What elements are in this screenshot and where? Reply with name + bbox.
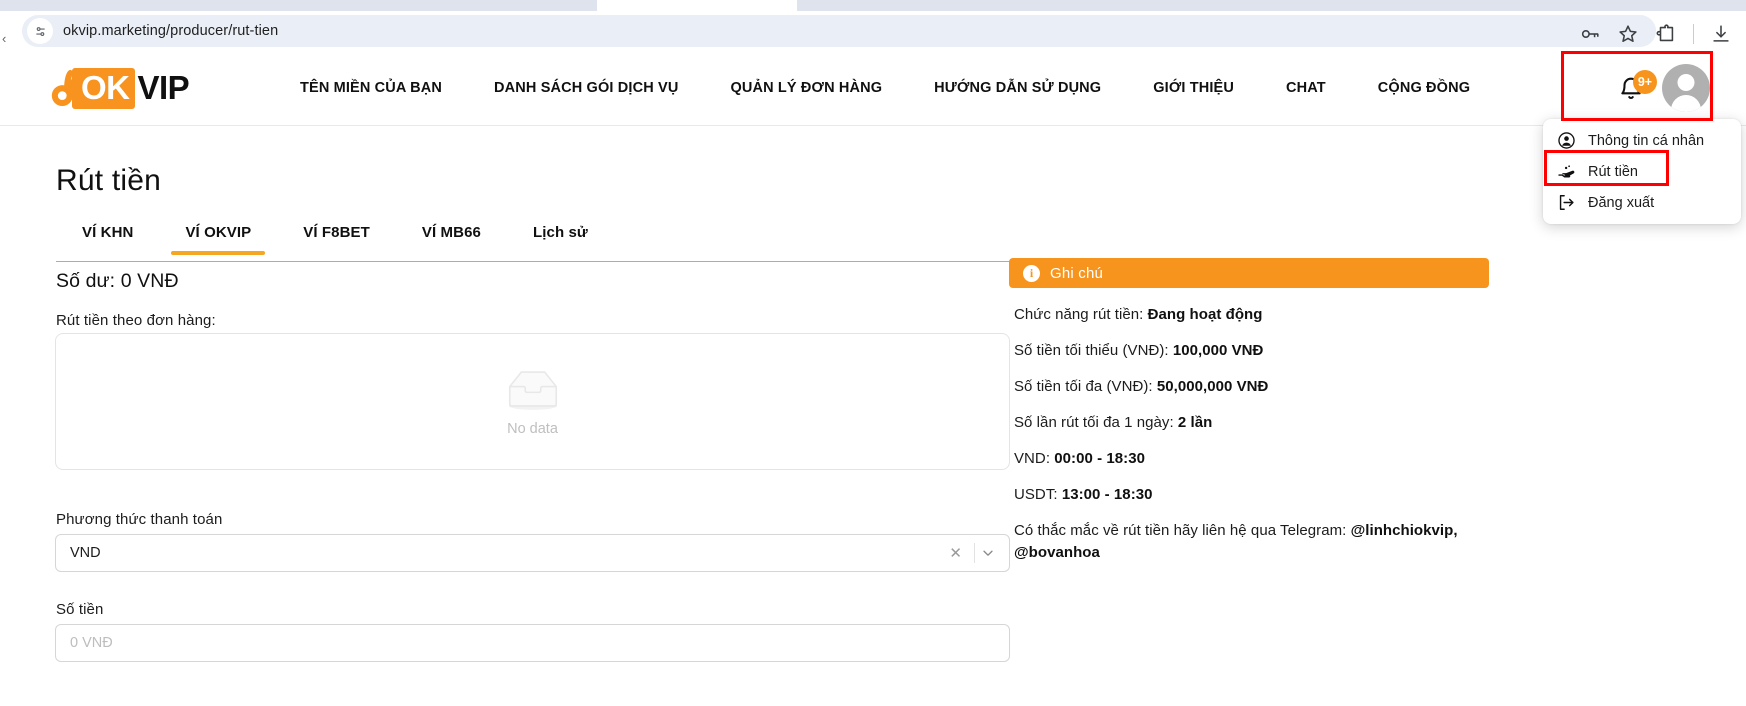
hand-coins-icon [1557,162,1576,181]
notification-badge: 9+ [1633,70,1657,94]
tab-vi-f8bet[interactable]: VÍ F8BET [277,224,396,253]
browser-chrome: ‹ okvip.marketing/producer/rut-tien [0,0,1746,50]
orders-empty-state: No data [55,333,1010,470]
payment-method-select[interactable]: VND ✕ [55,534,1010,572]
info-icon: i [1023,265,1040,282]
logout-icon [1557,193,1576,212]
user-menu-item-withdraw[interactable]: Rút tiền [1543,156,1741,187]
address-bar[interactable]: okvip.marketing/producer/rut-tien [22,15,1656,47]
payment-method-label: Phương thức thanh toán [56,511,222,528]
note-line-vnd-prefix: VND: [1014,450,1054,467]
browser-tabstrip [0,0,1746,11]
user-menu-item-profile[interactable]: Thông tin cá nhân [1543,125,1741,156]
select-divider [974,543,975,563]
page-content: Rút tiền VÍ KHN VÍ OKVIP VÍ F8BET VÍ MB6… [0,126,1746,706]
user-menu-item-withdraw-label: Rút tiền [1588,164,1638,180]
note-line-usdt-hours: USDT: 13:00 - 18:30 [1014,484,1514,506]
site-header: OK VIP TÊN MIỀN CỦA BẠN DANH SÁCH GÓI DỊ… [0,50,1746,126]
note-line-function: Chức năng rút tiền: Đang hoạt động [1014,304,1514,326]
note-line-max-amount: Số tiền tối đa (VNĐ): 50,000,000 VNĐ [1014,376,1514,398]
note-panel-title: Ghi chú [1050,265,1103,282]
note-line-usdt-prefix: USDT: [1014,486,1062,503]
note-line-daily-prefix: Số lần rút tối đa 1 ngày: [1014,414,1178,431]
tab-vi-mb66[interactable]: VÍ MB66 [396,224,507,253]
extensions-puzzle-icon[interactable] [1655,23,1677,45]
note-line-telegram: Có thắc mắc về rút tiền hãy liên hệ qua … [1014,520,1514,564]
tab-lich-su[interactable]: Lịch sử [507,224,614,253]
nav-item-chat[interactable]: CHAT [1286,80,1326,96]
header-actions: 9+ [1618,50,1710,126]
empty-state-text: No data [507,421,558,437]
notification-bell-button[interactable]: 9+ [1618,73,1648,103]
note-line-function-value: Đang hoạt động [1148,306,1263,323]
note-line-telegram-prefix: Có thắc mắc về rút tiền hãy liên hệ qua … [1014,522,1351,539]
note-line-vnd-hours: VND: 00:00 - 18:30 [1014,448,1514,470]
note-panel-body: Chức năng rút tiền: Đang hoạt động Số ti… [1014,304,1514,578]
nav-item-ten-mien[interactable]: TÊN MIỀN CỦA BẠN [300,80,442,96]
avatar-head-shape [1678,74,1695,91]
browser-toolbar: ‹ okvip.marketing/producer/rut-tien [0,11,1746,50]
user-menu-item-profile-label: Thông tin cá nhân [1588,133,1704,149]
nav-item-danh-sach-goi-dich-vu[interactable]: DANH SÁCH GÓI DỊCH VỤ [494,80,678,96]
wallet-tabs: VÍ KHN VÍ OKVIP VÍ F8BET VÍ MB66 Lịch sử [56,224,1126,262]
tune-icon[interactable] [27,18,53,44]
logo-vip-text: VIP [138,69,190,107]
note-line-vnd-value: 00:00 - 18:30 [1054,450,1145,467]
downloads-icon[interactable] [1710,23,1732,45]
note-line-function-prefix: Chức năng rút tiền: [1014,306,1148,323]
main-navigation: TÊN MIỀN CỦA BẠN DANH SÁCH GÓI DỊCH VỤ Q… [300,50,1470,126]
bookmark-star-icon[interactable] [1617,23,1639,45]
address-bar-url: okvip.marketing/producer/rut-tien [63,23,278,39]
amount-input-value: 0 VNĐ [70,635,113,651]
password-key-icon[interactable] [1579,23,1601,45]
clear-x-icon[interactable]: ✕ [943,544,968,562]
user-circle-icon [1557,131,1576,150]
payment-method-value: VND [70,545,943,561]
chevron-down-icon[interactable] [981,546,1009,560]
nav-item-gioi-thieu[interactable]: GIỚI THIỆU [1153,80,1234,96]
note-line-min-amount: Số tiền tối thiểu (VNĐ): 100,000 VNĐ [1014,340,1514,362]
wallet-balance: Số dư: 0 VNĐ [56,270,179,293]
tab-vi-okvip[interactable]: VÍ OKVIP [159,224,277,253]
avatar-body-shape [1671,95,1701,112]
toolbar-divider [1693,24,1694,44]
note-panel-header: i Ghi chú [1009,258,1489,288]
note-line-min-prefix: Số tiền tối thiểu (VNĐ): [1014,342,1173,359]
amount-label: Số tiền [56,601,103,618]
page-title: Rút tiền [56,164,161,198]
note-line-max-value: 50,000,000 VNĐ [1157,378,1269,395]
nav-item-cong-dong[interactable]: CỘNG ĐỒNG [1378,80,1470,96]
empty-inbox-icon [502,367,564,411]
orders-field-label: Rút tiền theo đơn hàng: [56,312,216,329]
note-line-usdt-value: 13:00 - 18:30 [1062,486,1153,503]
nav-item-huong-dan-su-dung[interactable]: HƯỚNG DẪN SỬ DỤNG [934,80,1101,96]
tab-vi-khn[interactable]: VÍ KHN [56,224,159,253]
user-avatar-icon[interactable] [1662,64,1710,112]
nav-item-quan-ly-don-hang[interactable]: QUẢN LÝ ĐƠN HÀNG [730,80,882,96]
note-line-daily-value: 2 lần [1178,414,1212,431]
browser-back-icon[interactable]: ‹ [2,31,6,46]
note-line-min-value: 100,000 VNĐ [1173,342,1264,359]
note-line-daily-limit: Số lần rút tối đa 1 ngày: 2 lần [1014,412,1514,434]
user-menu-dropdown: Thông tin cá nhân Rút tiền Đăng xuất [1543,119,1741,224]
site-logo[interactable]: OK VIP [48,62,189,114]
note-line-max-prefix: Số tiền tối đa (VNĐ): [1014,378,1157,395]
logo-ok-text: OK [72,68,135,109]
amount-input[interactable]: 0 VNĐ [55,624,1010,662]
user-menu-item-logout-label: Đăng xuất [1588,195,1654,211]
user-menu-item-logout[interactable]: Đăng xuất [1543,187,1741,218]
browser-toolbar-icons [1579,23,1732,45]
